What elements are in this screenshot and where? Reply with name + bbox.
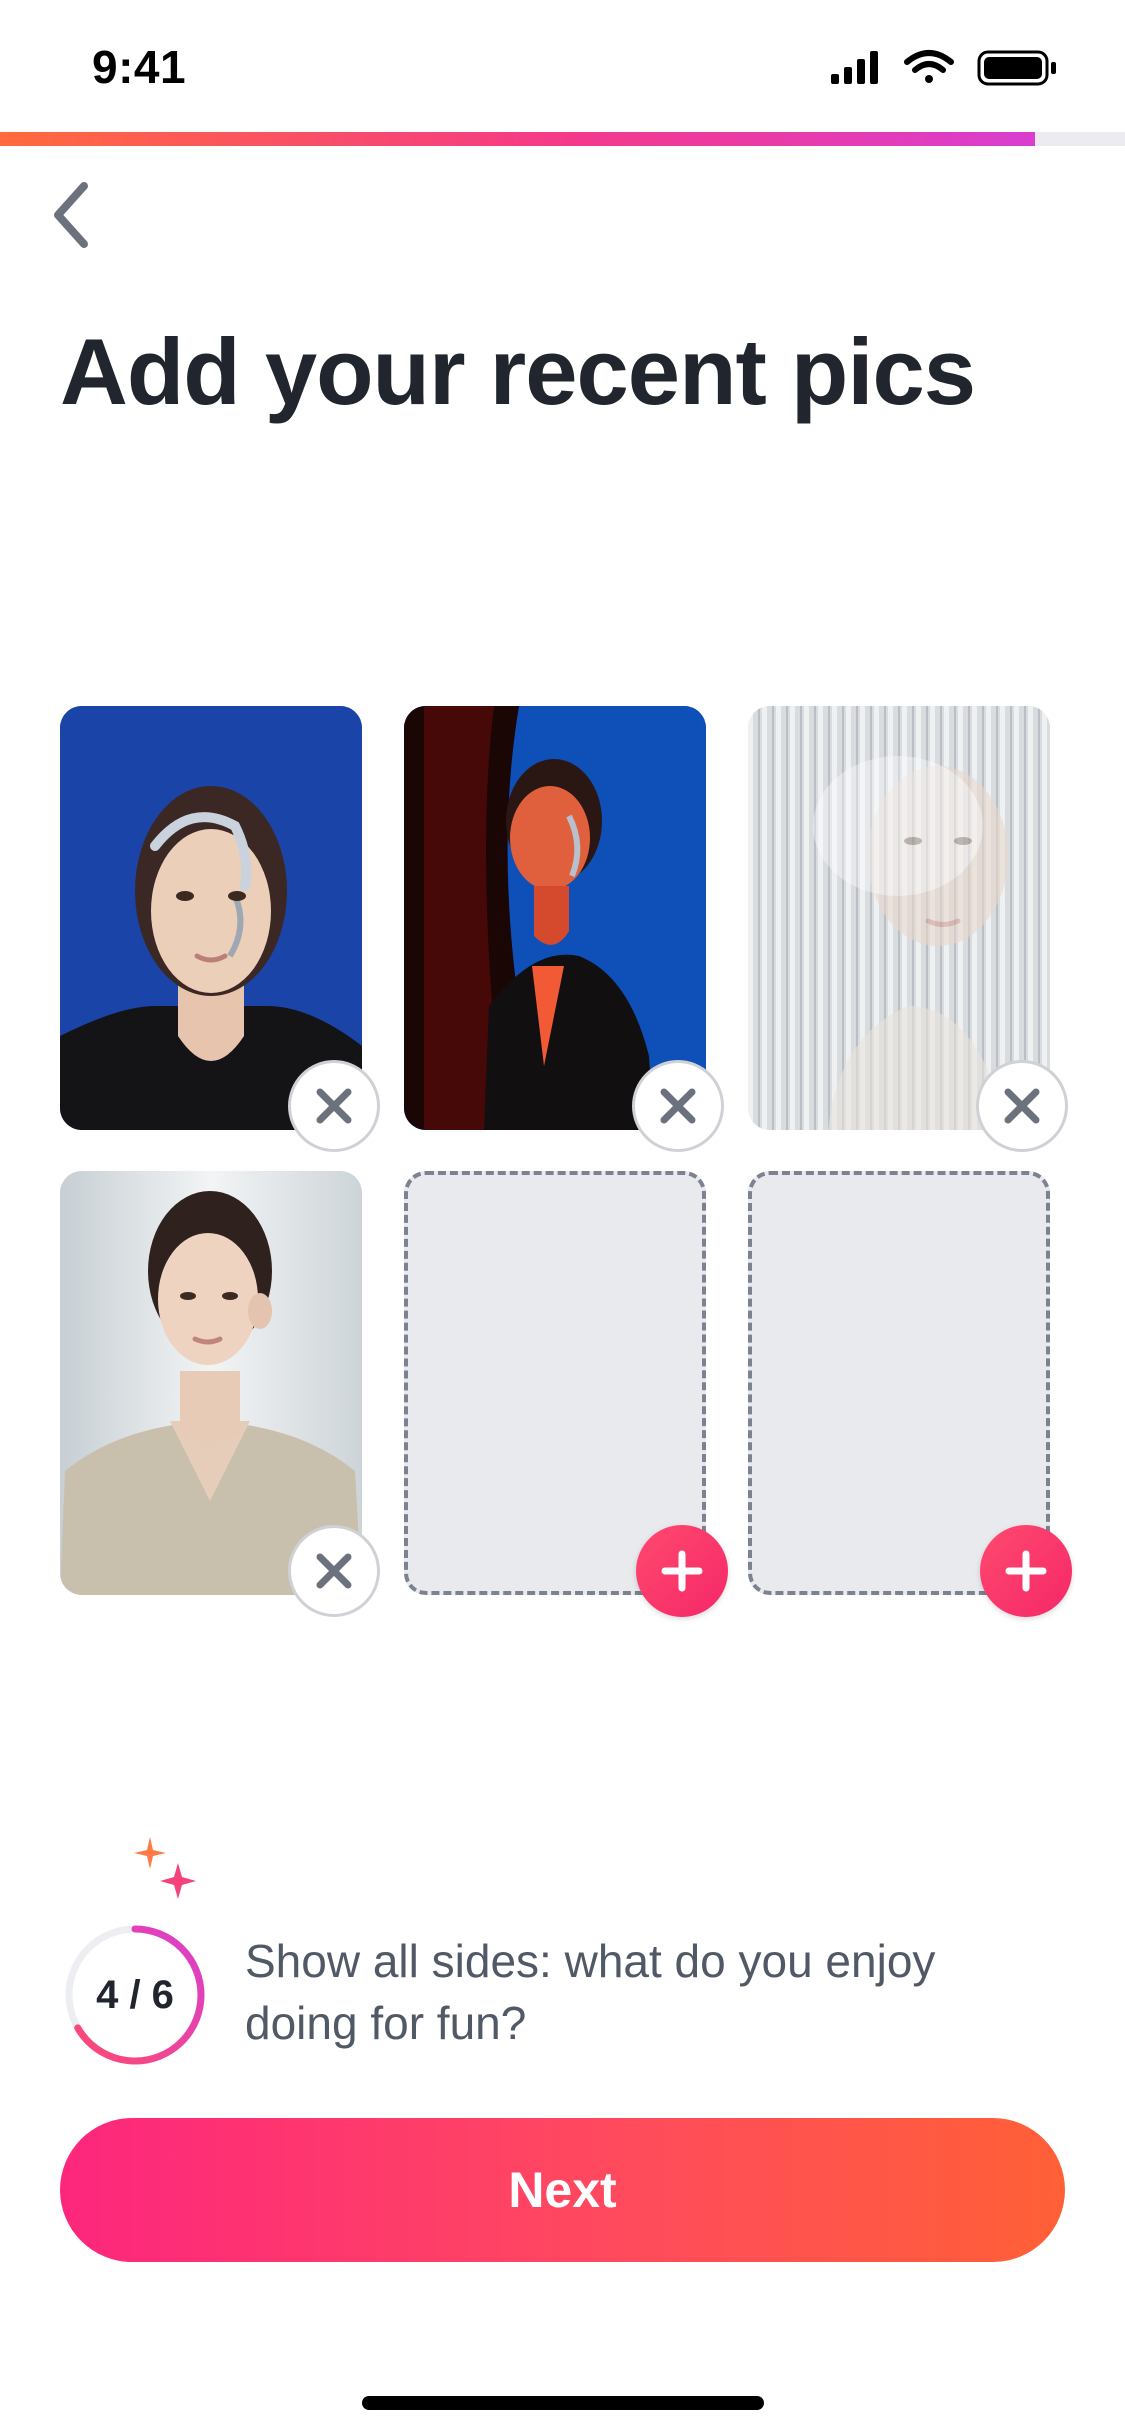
onboarding-progress-fill: [0, 132, 1035, 146]
sparkle-icon: [134, 1837, 196, 1899]
page-title: Add your recent pics: [60, 319, 976, 424]
remove-photo-button-3[interactable]: [976, 1060, 1068, 1152]
close-icon: [316, 1553, 352, 1589]
close-icon: [316, 1088, 352, 1124]
wifi-icon: [904, 50, 954, 83]
tip-text: Show all sides: what do you enjoy doing …: [245, 1935, 936, 2049]
home-indicator: [362, 2396, 764, 2410]
close-icon: [660, 1088, 696, 1124]
signal-icon: [831, 51, 878, 84]
status-icons: [831, 50, 1056, 86]
close-icon: [1004, 1088, 1040, 1124]
status-time: 9:41: [92, 41, 187, 93]
plus-icon: [1005, 1550, 1047, 1592]
back-button[interactable]: [40, 175, 100, 255]
add-photo-button-5[interactable]: [636, 1525, 728, 1617]
battery-icon: [977, 50, 1056, 86]
chevron-left-icon: [54, 182, 88, 248]
remove-photo-button-1[interactable]: [288, 1060, 380, 1152]
remove-photo-button-2[interactable]: [632, 1060, 724, 1152]
plus-icon: [661, 1550, 703, 1592]
photo-grid: [0, 0, 1125, 1700]
next-button[interactable]: Next: [60, 2118, 1065, 2262]
remove-photo-button-4[interactable]: [288, 1525, 380, 1617]
add-photo-button-6[interactable]: [980, 1525, 1072, 1617]
photo-count-label: 4 / 6: [96, 1972, 174, 2017]
onboarding-progress-bar: [0, 132, 1125, 146]
